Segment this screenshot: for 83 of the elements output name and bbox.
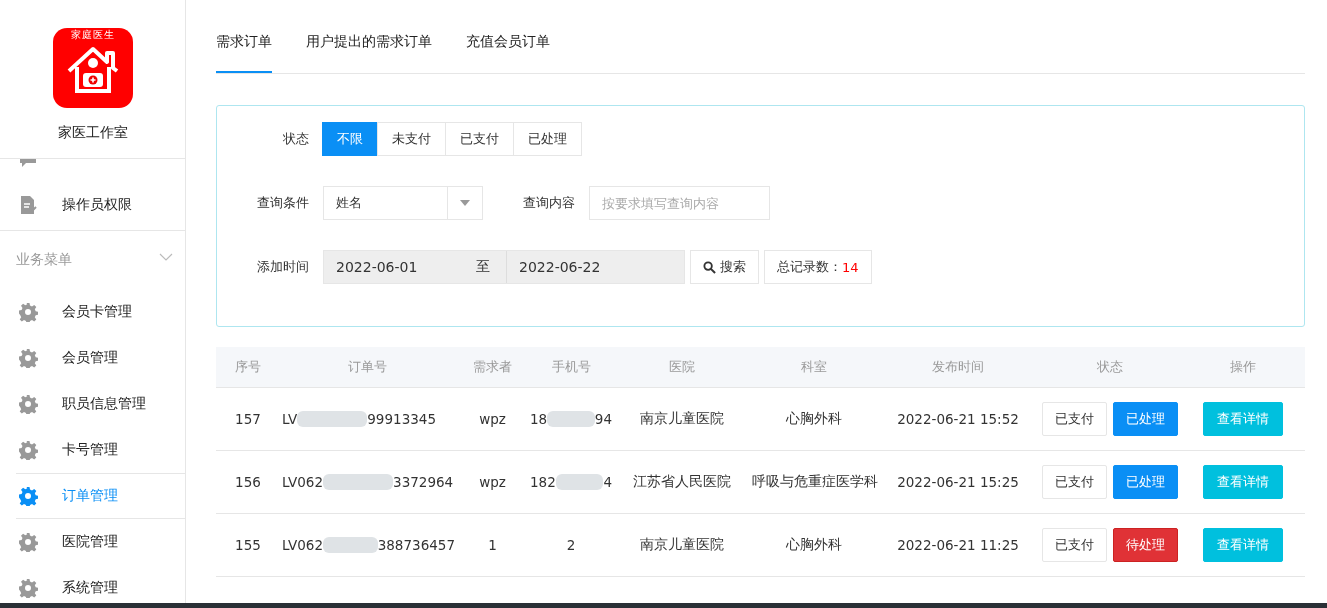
menu-item[interactable]: 会员卡管理 xyxy=(0,289,185,335)
app-name: 家医工作室 xyxy=(57,124,128,142)
table-cell-text: 心胸外科 xyxy=(785,410,843,428)
menu-item[interactable]: 会员管理 xyxy=(0,335,185,381)
tab[interactable]: 需求订单 xyxy=(216,33,272,73)
status-filter-button[interactable]: 未支付 xyxy=(377,122,446,156)
chevron-icon xyxy=(159,253,173,261)
gear-icon xyxy=(18,532,38,552)
field-label: 添加时间 xyxy=(256,258,309,276)
table-cell-text: 157 xyxy=(234,411,262,427)
process-status-button[interactable]: 待处理 xyxy=(1113,528,1178,562)
column-header: 科室 xyxy=(800,358,828,376)
table-cell-text: 2022-06-21 11:25 xyxy=(896,537,1020,553)
phone-start: 182 xyxy=(530,474,556,490)
table-cell-text: 2022-06-21 15:25 xyxy=(896,474,1020,490)
status-filter-button[interactable]: 已处理 xyxy=(513,122,582,156)
phone-start: 18 xyxy=(530,411,548,427)
order-number-start: LV062 xyxy=(282,474,324,490)
phone-start: 2 xyxy=(566,537,576,553)
status-filter-button[interactable]: 已支付 xyxy=(445,122,514,156)
table-cell-text: wpz xyxy=(478,474,507,490)
date-separator: 至 xyxy=(476,251,507,283)
gear-icon xyxy=(18,486,38,506)
order-number-end: 388736457 xyxy=(377,537,455,553)
redaction-blur xyxy=(323,474,394,490)
total-label: 总记录数： xyxy=(777,258,842,276)
column-header: 订单号 xyxy=(347,358,388,376)
redaction-blur xyxy=(297,411,368,427)
order-number-end: 3372964 xyxy=(393,474,454,490)
menu-item[interactable]: 系统管理 xyxy=(0,565,185,603)
search-icon xyxy=(703,260,716,274)
column-header: 医院 xyxy=(668,358,696,376)
menu-item[interactable]: 职员信息管理 xyxy=(0,381,185,427)
gear-icon xyxy=(18,394,38,414)
total-value: 14 xyxy=(842,259,859,275)
menu-item[interactable]: 订单管理 xyxy=(16,473,185,519)
table-cell-text: 心胸外科 xyxy=(785,536,843,554)
phone-end: 4 xyxy=(603,474,612,490)
table-cell-text: 江苏省人民医院 xyxy=(632,473,732,491)
menu-item[interactable]: 卡号管理 xyxy=(0,427,185,473)
column-header: 需求者 xyxy=(472,358,513,376)
field-label: 查询内容 xyxy=(523,194,575,212)
tab[interactable]: 用户提出的需求订单 xyxy=(306,33,432,73)
condition-dropdown[interactable]: 姓名 xyxy=(323,186,483,220)
redaction-blur xyxy=(323,537,378,553)
table-cell-text: 南京儿童医院 xyxy=(639,536,725,554)
table-cell-text: 1 xyxy=(487,537,498,553)
table-cell-text: wpz xyxy=(478,411,507,427)
column-header: 状态 xyxy=(1096,358,1124,376)
payment-status-button[interactable]: 已支付 xyxy=(1042,465,1107,499)
column-header: 序号 xyxy=(234,358,262,376)
menu-item[interactable]: 操作员权限 xyxy=(0,182,185,228)
menu-item[interactable]: 医院管理 xyxy=(0,519,185,565)
redaction-blur xyxy=(547,411,595,427)
order-number-start: LV062 xyxy=(282,537,324,553)
order-number-start: LV xyxy=(282,411,298,427)
redaction-blur xyxy=(555,474,604,490)
search-field[interactable]: 按要求填写查询内容 xyxy=(589,186,770,220)
gear-icon xyxy=(18,302,38,322)
payment-status-button[interactable]: 已支付 xyxy=(1042,402,1107,436)
logo-text: 家庭医生 xyxy=(70,29,115,41)
column-header: 操作 xyxy=(1228,358,1257,376)
phone-end: 94 xyxy=(594,411,612,427)
date-field[interactable]: 2022-06-22 xyxy=(507,259,659,275)
table-cell-text: 2022-06-21 15:52 xyxy=(896,411,1020,427)
table-cell-text: 155 xyxy=(234,537,262,553)
search-button[interactable]: 搜索 xyxy=(690,250,759,284)
date-field[interactable]: 2022-06-01 xyxy=(324,259,476,275)
table-cell: 呼吸与危重症医学科 xyxy=(752,473,876,491)
gear-icon xyxy=(18,348,38,368)
table-cell-text: 156 xyxy=(234,474,262,490)
column-header: 发布时间 xyxy=(931,358,985,376)
payment-status-button[interactable]: 已支付 xyxy=(1042,528,1107,562)
tab[interactable]: 充值会员订单 xyxy=(466,33,550,73)
order-number-end: 99913345 xyxy=(367,411,436,427)
caret-icon xyxy=(460,200,470,206)
gear-icon xyxy=(18,440,38,460)
table-cell-text: 南京儿童医院 xyxy=(639,410,725,428)
field-label: 查询条件 xyxy=(256,194,309,212)
column-header: 手机号 xyxy=(550,358,592,376)
field-label: 状态 xyxy=(282,130,309,148)
gear-icon xyxy=(18,578,38,598)
document-icon xyxy=(18,195,38,215)
